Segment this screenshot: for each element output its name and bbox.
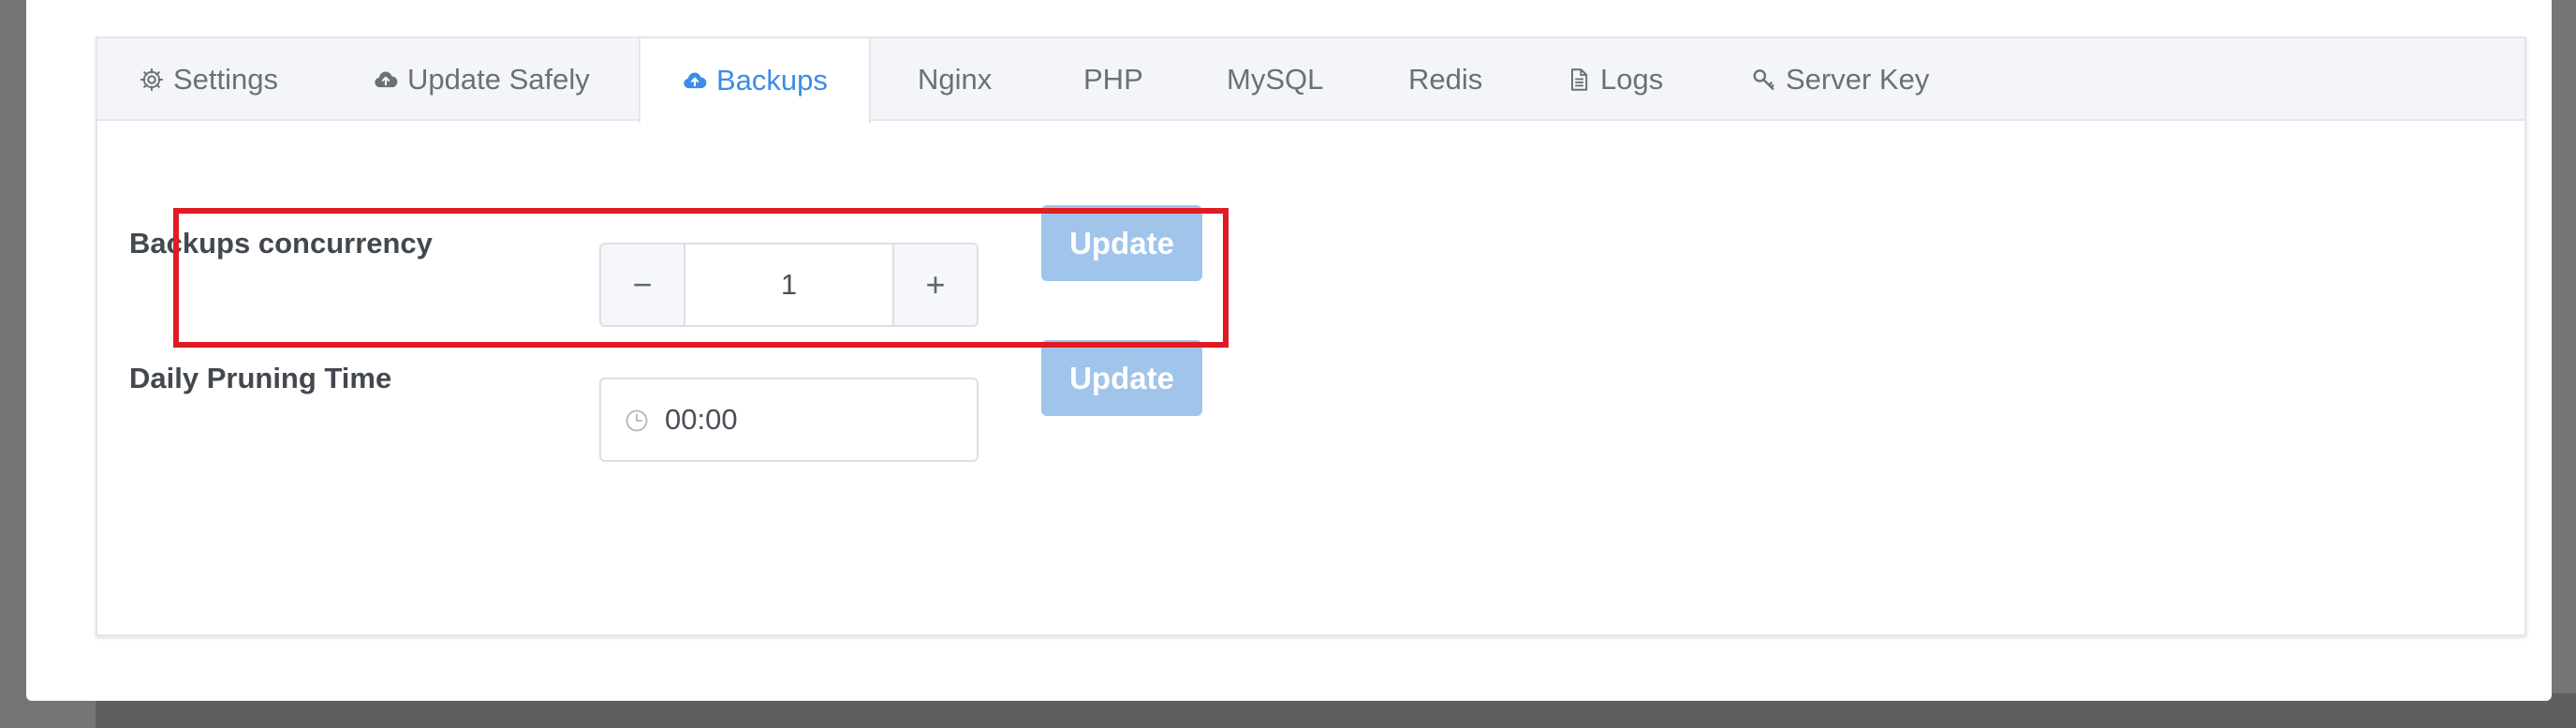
concurrency-input[interactable]: [685, 245, 892, 325]
tab-backups-label: Backups: [716, 64, 828, 97]
dialog: Settings Update Safely Backups Nginx PHP…: [26, 0, 2552, 701]
minus-icon: −: [632, 265, 653, 304]
backups-concurrency-label: Backups concurrency: [129, 227, 433, 260]
tab-nginx[interactable]: Nginx: [918, 38, 992, 121]
increment-button[interactable]: +: [892, 245, 977, 325]
pruning-time-input[interactable]: [665, 379, 964, 460]
tab-mysql[interactable]: MySQL: [1227, 38, 1323, 121]
pruning-time-picker[interactable]: [599, 378, 979, 462]
tab-nginx-label: Nginx: [918, 63, 993, 96]
decrement-button[interactable]: −: [601, 245, 685, 325]
update-pruning-time-button[interactable]: Update: [1041, 340, 1202, 416]
tab-redis[interactable]: Redis: [1408, 38, 1482, 121]
tab-settings-label: Settings: [173, 63, 279, 96]
gear-icon: [140, 67, 164, 92]
tab-mysql-label: MySQL: [1227, 63, 1324, 96]
plus-icon: +: [925, 265, 946, 304]
key-icon: [1753, 69, 1774, 91]
clock-icon: [626, 409, 648, 432]
settings-card: Settings Update Safely Backups Nginx PHP…: [96, 37, 2526, 636]
update-concurrency-button[interactable]: Update: [1041, 205, 1202, 281]
cloud-upload-icon: [375, 71, 398, 88]
tab-bar: Settings Update Safely Backups Nginx PHP…: [97, 38, 2524, 123]
document-icon: [1571, 68, 1588, 91]
tab-redis-label: Redis: [1408, 63, 1483, 96]
tab-backups[interactable]: Backups: [639, 38, 871, 123]
daily-pruning-time-label: Daily Pruning Time: [129, 362, 392, 394]
tab-logs-label: Logs: [1600, 63, 1664, 96]
tab-php[interactable]: PHP: [1083, 38, 1143, 121]
cloud-upload-icon: [684, 72, 707, 89]
tab-settings[interactable]: Settings: [139, 38, 278, 121]
concurrency-stepper: − +: [599, 243, 979, 327]
tab-logs[interactable]: Logs: [1566, 38, 1663, 121]
tab-server-key-label: Server Key: [1786, 63, 1930, 96]
tab-update-safely-label: Update Safely: [407, 63, 590, 96]
tab-server-key[interactable]: Server Key: [1751, 38, 1929, 121]
tab-php-label: PHP: [1083, 63, 1143, 96]
tab-update-safely[interactable]: Update Safely: [373, 38, 590, 121]
